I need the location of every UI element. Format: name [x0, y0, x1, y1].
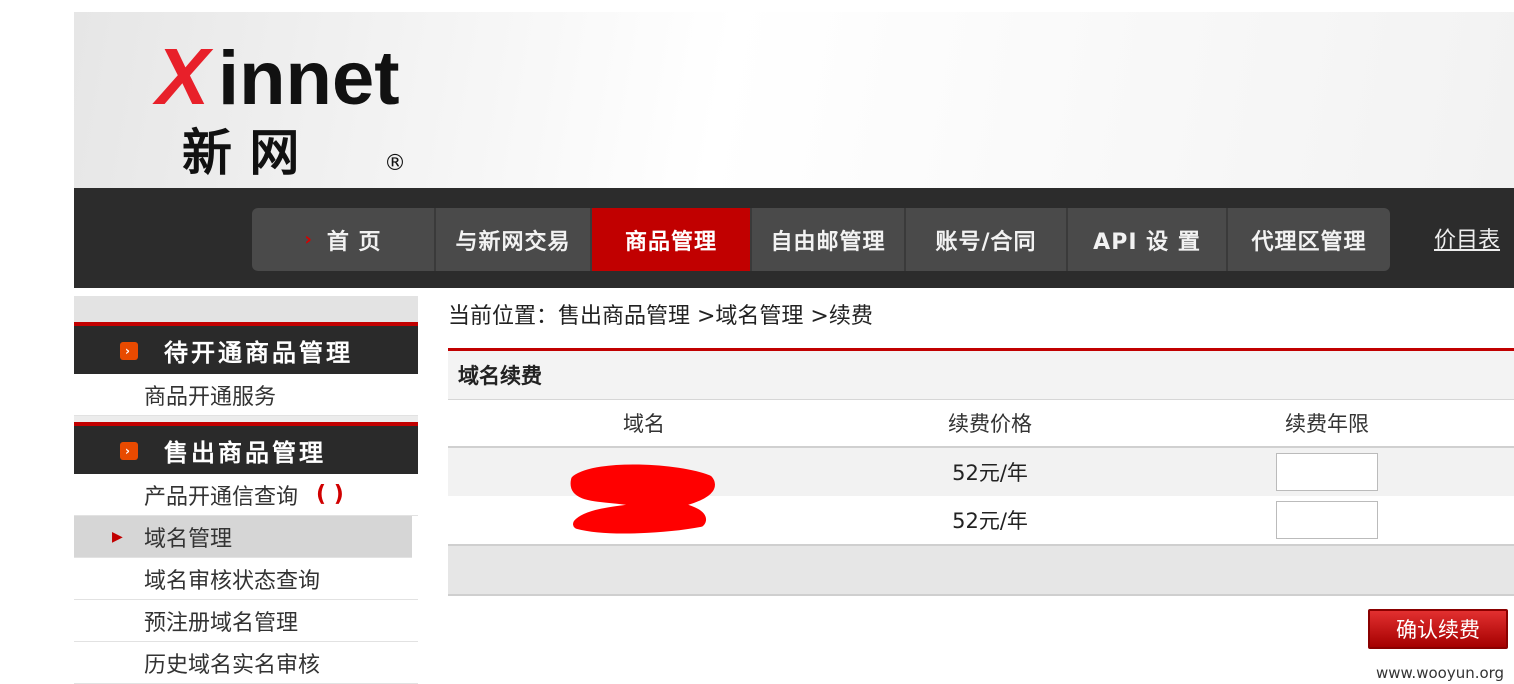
nav-mail-manage[interactable]: 自由邮管理: [752, 208, 906, 271]
years-cell: [1140, 501, 1514, 539]
site-header: X innet 新 网 ®: [74, 12, 1514, 188]
confirm-renew-button[interactable]: 确认续费: [1368, 609, 1508, 649]
nav-goods-manage[interactable]: 商品管理: [592, 208, 752, 271]
sidebar-section-pending[interactable]: › 待开通商品管理: [74, 322, 418, 374]
sidebar-item-label: 域名审核状态查询: [144, 568, 321, 594]
nav-tabs: › 首 页 与新网交易 商品管理 自由邮管理 账号/合同 API 设 置 代理区…: [252, 208, 1390, 271]
nav-agent-area[interactable]: 代理区管理: [1228, 208, 1390, 271]
watermark: www.wooyun.org: [1376, 664, 1505, 682]
sidebar-section-title: 待开通商品管理: [164, 338, 353, 367]
sidebar-item-product-query[interactable]: 产品开通信查询 ( ): [74, 474, 418, 516]
count-badge: ( ): [316, 482, 344, 507]
price-cell: 52元/年: [952, 461, 1028, 485]
sidebar-item-domain-manage[interactable]: ▶ 域名管理: [74, 516, 412, 558]
xinnet-logo[interactable]: X innet 新 网 ®: [152, 32, 452, 182]
nav-api-settings[interactable]: API 设 置: [1068, 208, 1228, 271]
svg-text:innet: innet: [218, 36, 400, 121]
nav-home[interactable]: › 首 页: [252, 208, 436, 271]
sidebar-item-label: 商品开通服务: [144, 384, 277, 410]
sidebar-item-label: 历史域名实名审核: [144, 652, 321, 678]
nav-trade[interactable]: 与新网交易: [436, 208, 592, 271]
arrow-badge-icon: ›: [120, 342, 138, 360]
sidebar: › 待开通商品管理 商品开通服务 › 售出商品管理 产品开通信查询 ( ) ▶ …: [74, 296, 418, 684]
sidebar-item-label: 预注册域名管理: [144, 610, 299, 636]
nav-api-label: API 设 置: [1093, 229, 1201, 255]
sidebar-section-title: 售出商品管理: [164, 438, 326, 467]
nav-home-label: 首 页: [326, 229, 382, 255]
breadcrumb: 当前位置：售出商品管理 >域名管理 >续费: [448, 304, 873, 329]
sidebar-item-activation-service[interactable]: 商品开通服务: [74, 374, 418, 416]
svg-text:新 网: 新 网: [182, 124, 299, 182]
panel-title: 域名续费: [448, 348, 1514, 400]
sidebar-item-label: 域名管理: [144, 526, 233, 552]
renew-years-input[interactable]: [1276, 453, 1378, 491]
nav-account-label: 账号/合同: [935, 229, 1037, 255]
main-nav: › 首 页 与新网交易 商品管理 自由邮管理 账号/合同 API 设 置 代理区…: [74, 188, 1514, 288]
pointer-triangle-icon: ▶: [112, 528, 123, 545]
sidebar-item-label: 产品开通信查询: [144, 484, 299, 510]
chevron-right-icon: ›: [304, 229, 313, 250]
sidebar-item-preregistered-domains[interactable]: 预注册域名管理: [74, 600, 418, 642]
table-header: 域名 续费价格 续费年限: [448, 400, 1514, 448]
sidebar-top-bar: [74, 296, 418, 322]
redaction-mark: [570, 464, 715, 534]
nav-agent-label: 代理区管理: [1251, 229, 1367, 255]
sidebar-section-sold[interactable]: › 售出商品管理: [74, 422, 418, 474]
renew-years-input[interactable]: [1276, 501, 1378, 539]
nav-trade-label: 与新网交易: [455, 229, 571, 255]
nav-account[interactable]: 账号/合同: [906, 208, 1068, 271]
nav-mail-label: 自由邮管理: [770, 229, 886, 255]
panel-footer: [448, 544, 1514, 596]
sidebar-item-domain-audit-status[interactable]: 域名审核状态查询: [74, 558, 418, 600]
column-header-price: 续费价格: [948, 412, 1032, 436]
svg-text:®: ®: [384, 151, 406, 176]
price-cell: 52元/年: [952, 509, 1028, 533]
svg-text:X: X: [152, 32, 214, 121]
nav-goods-label: 商品管理: [624, 229, 717, 255]
arrow-badge-icon: ›: [120, 442, 138, 460]
years-cell: [1140, 453, 1514, 491]
column-header-years: 续费年限: [1285, 412, 1369, 436]
sidebar-item-history-realname-audit[interactable]: 历史域名实名审核: [74, 642, 418, 684]
price-list-link[interactable]: 价目表: [1434, 222, 1500, 254]
column-header-domain: 域名: [623, 412, 665, 436]
